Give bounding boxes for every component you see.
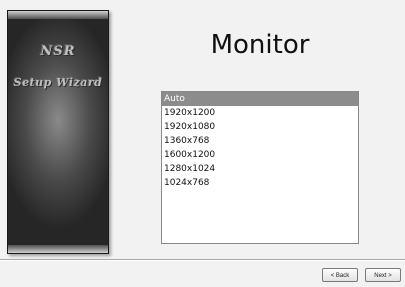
footer-divider bbox=[0, 259, 405, 261]
brand-logo: NSR bbox=[40, 44, 76, 59]
brand-subtitle: Setup Wizard bbox=[13, 76, 103, 89]
resolution-option-1280x1024[interactable]: 1280x1024 bbox=[162, 162, 358, 176]
resolution-option-1920x1080[interactable]: 1920x1080 bbox=[162, 120, 358, 134]
resolution-list[interactable]: Auto 1920x1200 1920x1080 1360x768 1600x1… bbox=[161, 91, 359, 244]
resolution-option-1360x768[interactable]: 1360x768 bbox=[162, 134, 358, 148]
resolution-option-1920x1200[interactable]: 1920x1200 bbox=[162, 106, 358, 120]
resolution-option-1024x768[interactable]: 1024x768 bbox=[162, 176, 358, 190]
page-title: Monitor bbox=[210, 30, 310, 60]
sidebar-banner: NSR Setup Wizard bbox=[7, 10, 109, 254]
resolution-option-auto[interactable]: Auto bbox=[162, 92, 358, 106]
next-button[interactable]: Next > bbox=[365, 268, 401, 282]
resolution-option-1600x1200[interactable]: 1600x1200 bbox=[162, 148, 358, 162]
back-button[interactable]: < Back bbox=[322, 268, 358, 282]
